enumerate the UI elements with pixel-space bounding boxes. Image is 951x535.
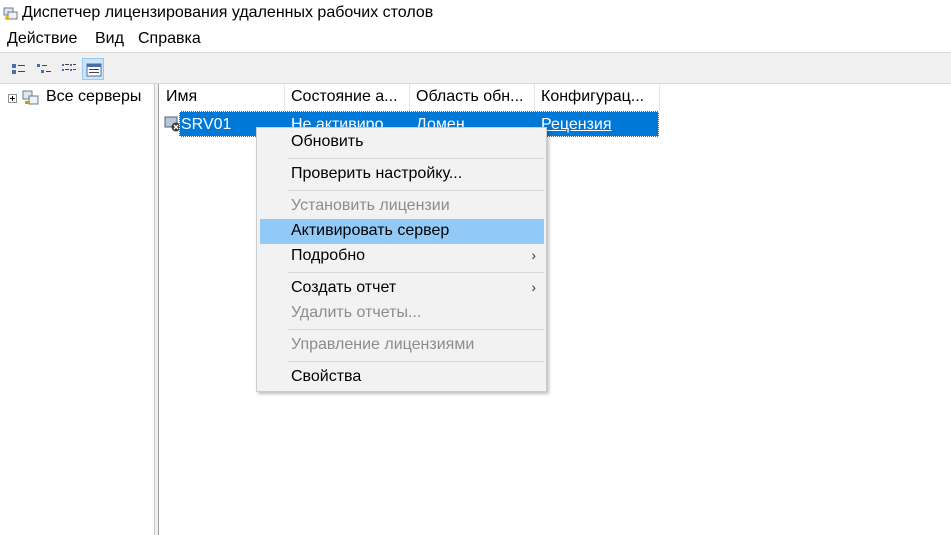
title-bar: Диспетчер лицензирования удаленных рабоч… — [0, 0, 951, 28]
menu-view[interactable]: Вид — [95, 30, 124, 48]
menu-item-label: Создать отчет — [291, 279, 397, 296]
tree-pane: Все серверы — [0, 84, 155, 535]
menu-item-manage-licenses: Управление лицензиями — [260, 333, 544, 358]
list-view-button[interactable] — [58, 58, 80, 80]
column-header-scope[interactable]: Область обн... — [410, 84, 535, 111]
menu-item-label: Активировать сервер — [291, 222, 450, 239]
menu-item-label: Свойства — [291, 368, 362, 385]
column-header-state[interactable]: Состояние а... — [285, 84, 410, 111]
cell-configuration-link[interactable]: Рецензия — [541, 116, 656, 134]
menu-item-label: Проверить настройку... — [291, 165, 463, 182]
menu-item-properties[interactable]: Свойства — [260, 365, 544, 390]
menu-item-label: Обновить — [291, 133, 364, 150]
menu-item-refresh[interactable]: Обновить — [260, 130, 544, 155]
menu-separator — [288, 190, 544, 191]
menu-item-label: Удалить отчеты... — [291, 304, 422, 321]
menu-item-create-report[interactable]: Создать отчет › — [260, 276, 544, 301]
toolbar — [0, 52, 951, 84]
window-title: Диспетчер лицензирования удаленных рабоч… — [22, 4, 434, 21]
small-icons-view-button[interactable] — [33, 58, 55, 80]
column-header-name[interactable]: Имя — [160, 84, 285, 111]
large-icons-view-icon — [12, 64, 25, 74]
menu-separator — [288, 361, 544, 362]
submenu-arrow-icon: › — [531, 247, 536, 263]
menu-item-label: Подробно — [291, 247, 366, 264]
small-icons-view-icon — [37, 64, 51, 73]
column-header-config[interactable]: Конфигурац... — [535, 84, 660, 111]
list-view-icon — [62, 64, 76, 71]
menu-item-delete-reports: Удалить отчеты... — [260, 301, 544, 326]
license-manager-icon — [3, 7, 18, 20]
menu-item-label: Установить лицензии — [291, 197, 450, 214]
menu-item-install-licenses: Установить лицензии — [260, 194, 544, 219]
large-icons-view-button[interactable] — [8, 58, 30, 80]
tree-expand-toggle[interactable] — [8, 94, 17, 103]
details-view-icon — [86, 63, 102, 77]
context-menu: Обновить Проверить настройку... Установи… — [256, 127, 547, 392]
servers-group-icon — [22, 90, 39, 105]
menu-item-advanced[interactable]: Подробно › — [260, 244, 544, 269]
menu-action[interactable]: Действие — [7, 30, 77, 48]
menu-bar: Действие Вид Справка — [0, 28, 951, 52]
menu-item-activate-server[interactable]: Активировать сервер — [260, 219, 544, 244]
submenu-arrow-icon: › — [531, 279, 536, 295]
tree-item-all-servers[interactable]: Все серверы — [46, 88, 141, 106]
menu-separator — [288, 158, 544, 159]
menu-item-review-configuration[interactable]: Проверить настройку... — [260, 162, 544, 187]
menu-separator — [288, 329, 544, 330]
menu-item-label: Управление лицензиями — [291, 336, 475, 353]
menu-separator — [288, 272, 544, 273]
menu-help[interactable]: Справка — [138, 30, 201, 48]
details-view-button[interactable] — [82, 58, 104, 80]
